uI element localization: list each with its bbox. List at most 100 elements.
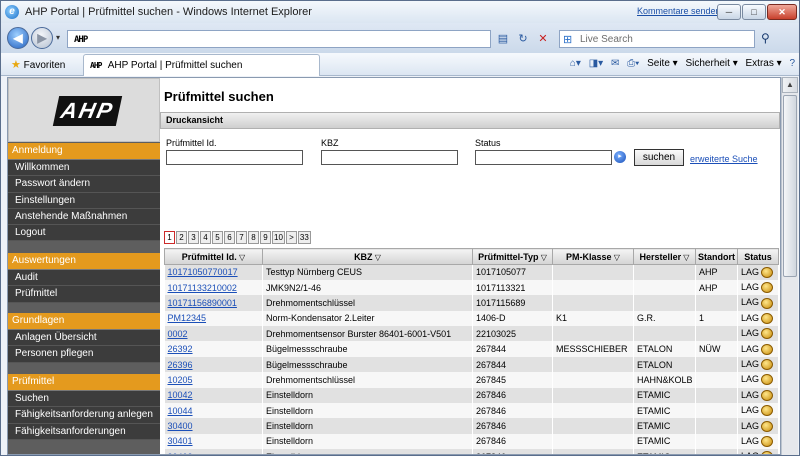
page-link[interactable]: 5 — [212, 231, 223, 244]
advanced-search-link[interactable]: erweiterte Suche — [690, 154, 758, 164]
help-icon[interactable]: ? — [789, 58, 795, 69]
column-header[interactable]: Standort — [695, 248, 738, 265]
close-window-button[interactable]: ✕ — [767, 4, 797, 20]
sort-icon[interactable]: ▽ — [681, 253, 689, 262]
pruefmittel-id-link[interactable]: 10171133210002 — [168, 283, 237, 293]
status-input[interactable] — [475, 150, 612, 165]
sidebar-item-audit[interactable]: Audit — [8, 270, 160, 287]
column-header[interactable]: Prüfmittel-Typ ▽ — [472, 248, 553, 265]
status-detail-icon[interactable] — [761, 297, 774, 309]
sort-icon[interactable]: ▽ — [538, 253, 547, 262]
pruefmittel-id-link[interactable]: 10171050770017 — [168, 267, 238, 277]
pruefmittel-id-link[interactable]: 10044 — [168, 406, 193, 416]
recent-pages-dropdown-icon[interactable]: ▾ — [56, 33, 60, 42]
browser-tab[interactable]: AHP AHP Portal | Prüfmittel suchen — [83, 54, 320, 76]
pruefmittel-id-link[interactable]: 10171156890001 — [168, 298, 237, 308]
pruefmittel-id-link[interactable]: 26396 — [168, 360, 193, 370]
tools-menu[interactable]: Extras ▾ — [746, 58, 782, 69]
forward-button[interactable]: ▶ — [31, 27, 53, 49]
sidebar-item-logout[interactable]: Logout — [8, 225, 160, 242]
refresh-icon[interactable]: ↻ — [515, 31, 531, 47]
sidebar-item-pruefmittel-auswertung[interactable]: Prüfmittel — [8, 286, 160, 303]
status-picker-icon[interactable]: ▸ — [614, 151, 626, 163]
page-link[interactable]: 2 — [176, 231, 187, 244]
table-row: 10171050770017 Testtyp Nürnberg CEUS 10171… — [164, 264, 779, 280]
pruefmittel-id-link[interactable]: PM12345 — [168, 313, 207, 323]
mail-icon[interactable]: ✉ — [611, 58, 619, 69]
sidebar-item-passwort-aendern[interactable]: Passwort ändern — [8, 176, 160, 193]
scroll-thumb[interactable] — [783, 95, 797, 277]
status-detail-icon[interactable] — [761, 343, 774, 355]
feedback-link[interactable]: Kommentare senden — [637, 6, 721, 16]
maximize-button[interactable]: □ — [742, 4, 766, 20]
table-cell: LAG — [737, 310, 779, 327]
status-detail-icon[interactable] — [761, 374, 774, 386]
column-header[interactable]: KBZ ▽ — [262, 248, 473, 265]
sidebar-item-einstellungen[interactable]: Einstellungen — [8, 193, 160, 209]
sort-icon[interactable]: ▽ — [373, 253, 381, 262]
page-link[interactable]: 1 — [164, 231, 175, 244]
print-view-link[interactable]: Druckansicht — [160, 112, 780, 129]
sidebar-item-anstehende-massnahmen[interactable]: Anstehende Maßnahmen — [8, 209, 160, 226]
status-detail-icon[interactable] — [761, 359, 774, 371]
back-button[interactable]: ◀ — [7, 27, 29, 49]
section-anmeldung: Anmeldung — [8, 143, 160, 159]
sort-icon[interactable]: ▽ — [237, 253, 245, 262]
sidebar-item-faehigkeitsanforderungen[interactable]: Fähigkeitsanforderungen — [8, 424, 160, 440]
status-detail-icon[interactable] — [761, 420, 774, 432]
table-cell: G.R. — [633, 310, 696, 327]
live-search-input[interactable]: ⊞ Live Search — [559, 30, 755, 48]
column-header[interactable]: PM-Klasse ▽ — [552, 248, 634, 265]
status-detail-icon[interactable] — [761, 451, 774, 454]
page-link[interactable]: 3 — [188, 231, 199, 244]
page-link[interactable]: 7 — [236, 231, 247, 244]
feeds-icon[interactable]: ◨▾ — [589, 58, 603, 69]
sidebar-item-suchen[interactable]: Suchen — [8, 391, 160, 408]
pruefmittel-id-input[interactable] — [166, 150, 303, 165]
pruefmittel-id-link[interactable]: 30402 — [168, 452, 193, 454]
sort-icon[interactable]: ▽ — [612, 253, 620, 262]
column-header[interactable]: Hersteller ▽ — [633, 248, 696, 265]
status-detail-icon[interactable] — [761, 389, 774, 401]
page-link[interactable]: 8 — [248, 231, 259, 244]
vertical-scrollbar[interactable]: ▲ — [781, 77, 798, 455]
scroll-up-icon[interactable]: ▲ — [782, 77, 798, 93]
column-header[interactable]: Status — [737, 248, 779, 265]
favorites-button[interactable]: ★ Favoriten — [11, 58, 65, 71]
stop-icon[interactable]: ✕ — [535, 31, 551, 47]
pruefmittel-id-link[interactable]: 26392 — [168, 344, 193, 354]
kbz-input[interactable] — [321, 150, 458, 165]
status-detail-icon[interactable] — [761, 405, 774, 417]
page-link[interactable]: 9 — [260, 231, 271, 244]
pruefmittel-id-link[interactable]: 30401 — [168, 436, 193, 446]
home-icon[interactable]: ⌂▾ — [570, 58, 581, 69]
pruefmittel-id-link[interactable]: 10205 — [168, 375, 193, 385]
sidebar-item-willkommen[interactable]: Willkommen — [8, 160, 160, 177]
search-button[interactable]: suchen — [634, 149, 684, 166]
status-detail-icon[interactable] — [761, 436, 774, 448]
status-detail-icon[interactable] — [761, 267, 774, 278]
page-link[interactable]: 33 — [297, 231, 311, 244]
column-header[interactable]: Prüfmittel Id. ▽ — [164, 248, 263, 265]
page-link[interactable]: 6 — [224, 231, 235, 244]
search-icon[interactable]: ⚲ — [761, 31, 770, 45]
sidebar-item-personen-pflegen[interactable]: Personen pflegen — [8, 346, 160, 363]
page-link[interactable]: 4 — [200, 231, 211, 244]
minimize-button[interactable]: ─ — [717, 4, 741, 20]
page-link[interactable]: 10 — [272, 231, 285, 244]
status-detail-icon[interactable] — [761, 312, 774, 324]
pruefmittel-id-link[interactable]: 30400 — [168, 421, 193, 431]
safety-menu[interactable]: Sicherheit ▾ — [685, 58, 737, 69]
compatibility-view-icon[interactable]: ▤ — [495, 31, 511, 47]
page-menu[interactable]: Seite ▾ — [647, 58, 678, 69]
table-cell — [695, 433, 738, 450]
page-link[interactable]: > — [285, 231, 297, 244]
print-icon[interactable]: ⎙▾ — [627, 58, 639, 69]
pruefmittel-id-link[interactable]: 0002 — [168, 329, 188, 339]
status-detail-icon[interactable] — [761, 328, 774, 340]
status-detail-icon[interactable] — [761, 282, 774, 294]
address-bar[interactable]: AHP — [67, 30, 491, 48]
sidebar-item-anlagen-uebersicht[interactable]: Anlagen Übersicht — [8, 330, 160, 347]
pruefmittel-id-link[interactable]: 10042 — [168, 390, 193, 400]
sidebar-item-faehigkeitsanforderung-anlegen[interactable]: Fähigkeitsanforderung anlegen — [8, 407, 160, 424]
